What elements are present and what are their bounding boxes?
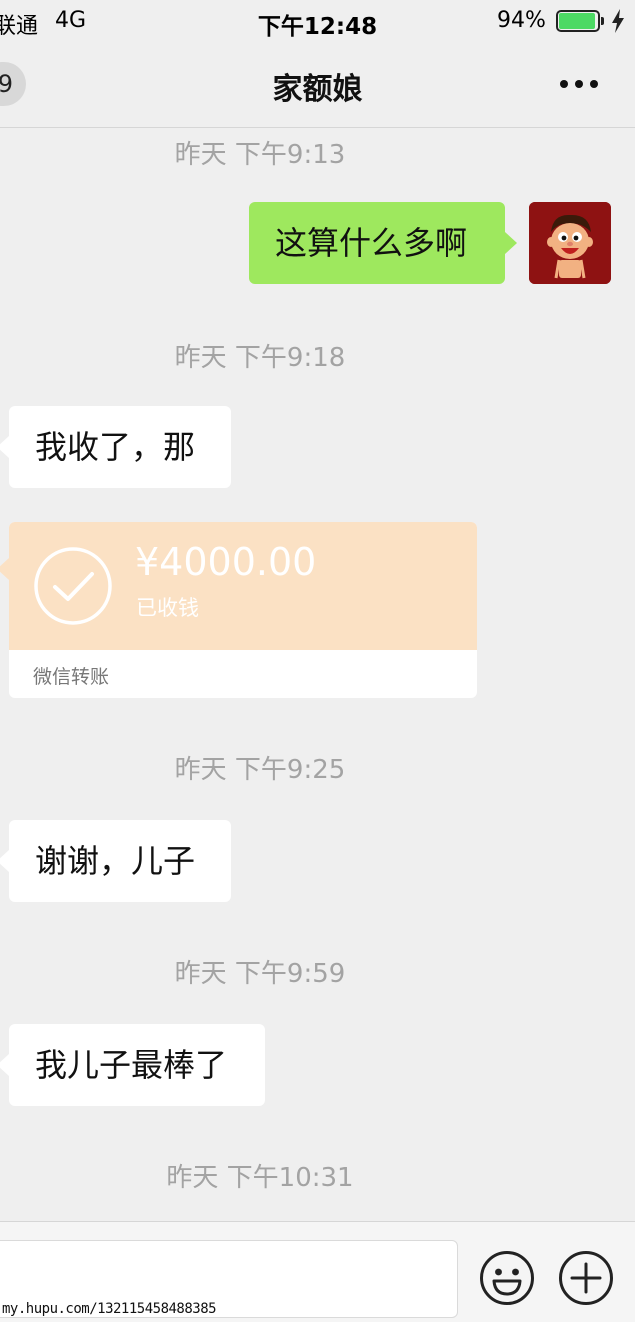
nav-bar: 9 家额娘 — [0, 42, 635, 128]
chat-title: 家额娘 — [272, 72, 363, 107]
transfer-status: 已收钱 — [136, 596, 199, 620]
message-timestamp: 昨天 下午9:59 — [174, 959, 346, 989]
plus-circle-icon[interactable] — [558, 1250, 614, 1306]
message-list[interactable]: 昨天 下午9:13 这算什么多啊 昨天 下午9:18 我收了，那 ¥4000.0… — [0, 129, 635, 1221]
transfer-source-label: 微信转账 — [33, 666, 110, 688]
wechat-transfer-card[interactable]: ¥4000.00 已收钱 微信转账 — [9, 522, 477, 698]
check-circle-icon — [34, 547, 112, 625]
battery-percent: 94% — [497, 8, 546, 33]
chat-screen: 联通 4G 下午12:48 94% 9 家额娘 昨天 下午9:13 这算什么多啊 — [0, 0, 635, 1322]
message-timestamp: 昨天 下午9:13 — [174, 140, 346, 170]
avatar[interactable] — [529, 202, 611, 284]
battery-icon — [556, 10, 604, 32]
transfer-amount: ¥4000.00 — [135, 540, 317, 584]
status-bar: 联通 4G 下午12:48 94% — [0, 0, 635, 42]
transfer-card-header: ¥4000.00 已收钱 — [9, 522, 477, 650]
message-timestamp: 昨天 下午9:18 — [174, 343, 346, 373]
incoming-message-bubble[interactable]: 我收了，那 — [0, 406, 231, 488]
transfer-card-tail — [0, 558, 9, 580]
charging-bolt-icon — [612, 9, 624, 33]
more-dots-icon[interactable] — [558, 78, 600, 90]
watermark-text: my.hupu.com/132115458488385 — [2, 1301, 217, 1317]
message-timestamp: 昨天 下午10:31 — [166, 1163, 354, 1193]
incoming-message-bubble[interactable]: 我儿子最棒了 — [0, 1024, 265, 1106]
smile-emoji-icon[interactable] — [479, 1250, 535, 1306]
outgoing-message-bubble[interactable]: 这算什么多啊 — [249, 202, 517, 284]
message-timestamp: 昨天 下午9:25 — [174, 755, 346, 785]
cartoon-boy-avatar-icon — [529, 202, 611, 284]
incoming-message-bubble[interactable]: 谢谢，儿子 — [0, 820, 231, 902]
